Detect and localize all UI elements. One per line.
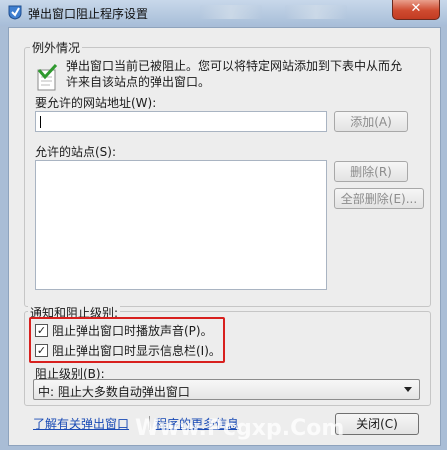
info-text-line2: 许来自该站点的弹出窗口。 xyxy=(66,75,211,89)
watermark: Www.Pcgxp.Com xyxy=(135,416,345,441)
info-text-line1: 弹出窗口当前已被阻止。您可以将特定网站添加到下表中从而允 xyxy=(66,59,403,73)
close-button[interactable]: 关闭(C) xyxy=(335,413,419,435)
chevron-down-icon xyxy=(404,387,412,392)
site-address-input[interactable] xyxy=(35,111,327,132)
title-bar: 弹出窗口阻止程序设置 ✕ xyxy=(0,0,447,26)
allowed-sites-list[interactable] xyxy=(35,160,327,290)
exceptions-legend: 例外情况 xyxy=(30,39,83,56)
checkmark-icon: ✓ xyxy=(36,324,47,337)
add-button[interactable]: 添加(A) xyxy=(334,111,408,132)
show-infobar-checkbox[interactable]: ✓ xyxy=(35,344,48,357)
window-title: 弹出窗口阻止程序设置 xyxy=(28,7,149,21)
block-level-value: 中: 阻止大多数自动弹出窗口 xyxy=(38,385,190,399)
remove-all-button[interactable]: 全部删除(E)... xyxy=(334,188,424,209)
title-bar-blur xyxy=(285,5,347,19)
remove-button[interactable]: 删除(R) xyxy=(334,161,408,182)
block-level-dropdown[interactable]: 中: 阻止大多数自动弹出窗口 xyxy=(33,379,420,400)
popup-blocked-icon xyxy=(37,64,58,91)
title-bar-blur xyxy=(200,5,262,19)
play-sound-checkbox[interactable]: ✓ xyxy=(35,324,48,337)
play-sound-label[interactable]: 阻止弹出窗口时播放声音(P)。 xyxy=(52,322,213,339)
checkmark-icon: ✓ xyxy=(36,344,47,357)
learn-more-link[interactable]: 了解有关弹出窗口 xyxy=(33,415,129,432)
dialog-body: 例外情况 弹出窗口当前已被阻止。您可以将特定网站添加到下表中从而允 许来自该站点… xyxy=(8,27,441,446)
allowed-sites-label: 允许的站点(S): xyxy=(35,145,117,159)
window-close-button[interactable]: ✕ xyxy=(392,0,440,20)
text-caret xyxy=(40,116,41,128)
ie-shield-icon xyxy=(8,5,22,20)
show-infobar-label[interactable]: 阻止弹出窗口时显示信息栏(I)。 xyxy=(52,342,221,359)
address-label: 要允许的网站地址(W): xyxy=(35,96,157,110)
